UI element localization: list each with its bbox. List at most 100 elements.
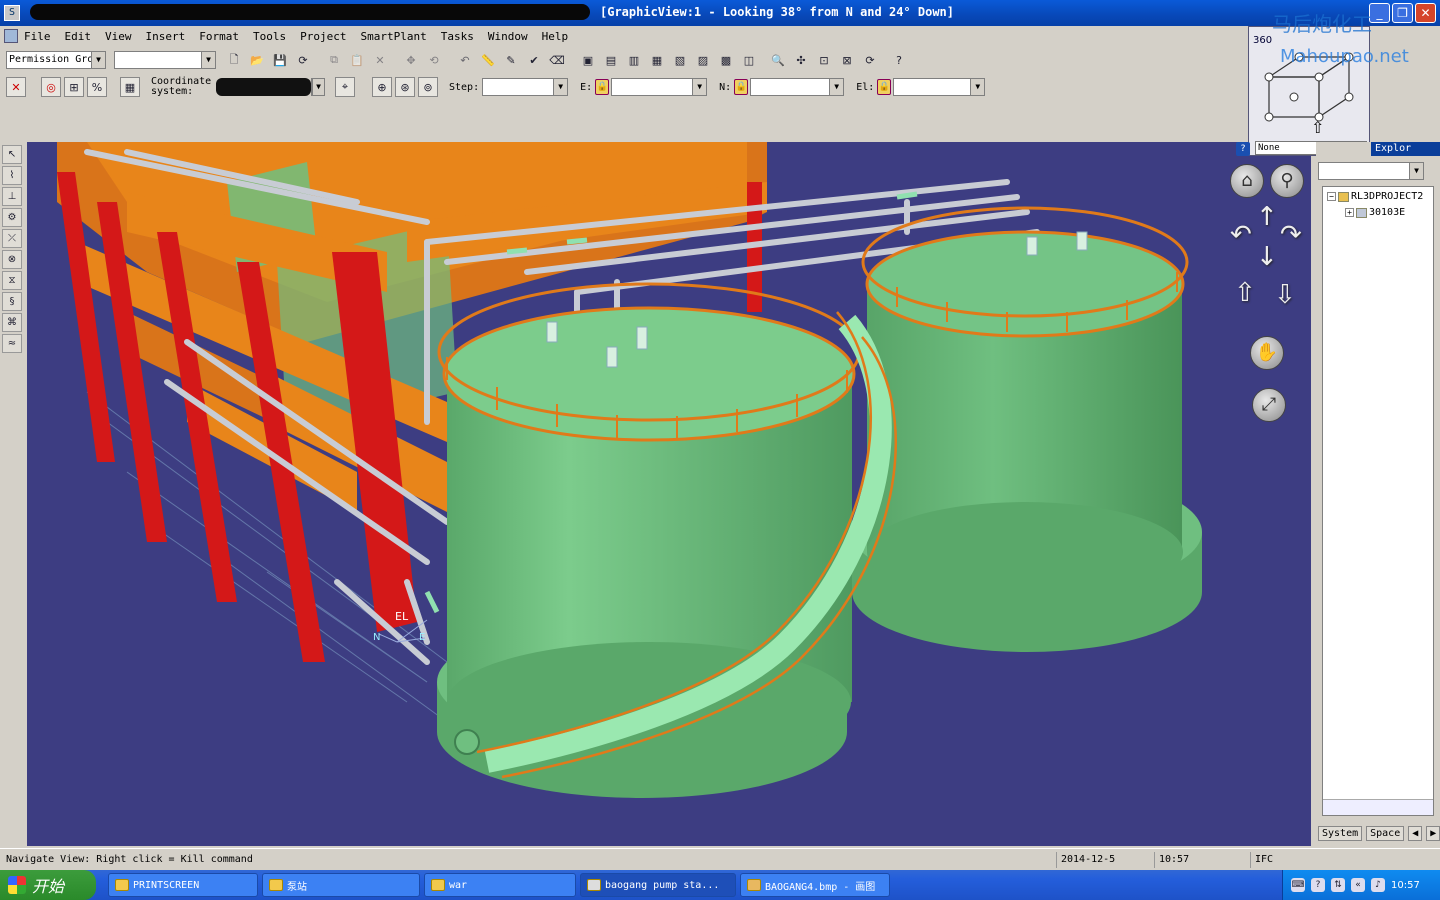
- connect-icon[interactable]: ≈: [2, 334, 22, 353]
- close-tool-icon[interactable]: ✕: [6, 77, 26, 97]
- undo-icon[interactable]: ↶: [455, 50, 475, 70]
- check-icon[interactable]: ✔: [524, 50, 544, 70]
- view-tool-2-icon[interactable]: ▤: [601, 50, 621, 70]
- move-down-arrow-icon[interactable]: ⇩: [1274, 280, 1296, 310]
- view-tool-3-icon[interactable]: ▥: [624, 50, 644, 70]
- paste-icon[interactable]: 📋: [347, 50, 367, 70]
- view-tool-5-icon[interactable]: ▧: [670, 50, 690, 70]
- menu-window[interactable]: Window: [488, 30, 528, 43]
- spherical-mode-icon[interactable]: ⊛: [395, 77, 415, 97]
- help-icon[interactable]: ?: [889, 50, 909, 70]
- lock-icon[interactable]: 🔒: [595, 79, 610, 95]
- filter-select[interactable]: ▼: [114, 51, 216, 69]
- view-tool-4-icon[interactable]: ▦: [647, 50, 667, 70]
- rotate-left-arrow-icon[interactable]: ↶: [1230, 220, 1252, 250]
- step-input[interactable]: ▼: [482, 78, 569, 96]
- look-at-icon[interactable]: ⚲: [1270, 164, 1304, 198]
- coordinate-tool-icon[interactable]: ⌖: [335, 77, 355, 97]
- storage-tank-2[interactable]: [852, 206, 1202, 652]
- place-support-icon[interactable]: §: [2, 292, 22, 311]
- volume-icon[interactable]: ♪: [1371, 878, 1385, 892]
- save-icon[interactable]: 💾: [270, 50, 290, 70]
- keyboard-icon[interactable]: ⌨: [1291, 878, 1305, 892]
- taskbar-item[interactable]: war: [424, 873, 576, 897]
- view-tool-1-icon[interactable]: ▣: [578, 50, 598, 70]
- minimize-button[interactable]: _: [1369, 3, 1390, 23]
- menu-view[interactable]: View: [105, 30, 132, 43]
- insert-component-icon[interactable]: ⊥: [2, 187, 22, 206]
- elevation-input[interactable]: ▼: [893, 78, 986, 96]
- tree-node-project[interactable]: − RL3DPROJECT2: [1327, 191, 1423, 202]
- taskbar-item[interactable]: BAOGANG4.bmp - 画图: [740, 873, 890, 897]
- measure-icon[interactable]: 📏: [478, 50, 498, 70]
- copy-icon[interactable]: ⧉: [324, 50, 344, 70]
- document-icon[interactable]: [4, 29, 18, 43]
- zoom-extents-icon[interactable]: ⤢: [1252, 388, 1286, 422]
- app-icon[interactable]: S: [4, 5, 20, 21]
- menu-project[interactable]: Project: [300, 30, 346, 43]
- maximize-button[interactable]: ❐: [1392, 3, 1413, 23]
- delete-icon[interactable]: ✕: [370, 50, 390, 70]
- insert-valve-icon[interactable]: ⧖: [2, 271, 22, 290]
- cylindrical-mode-icon[interactable]: ⊚: [418, 77, 438, 97]
- rotate-view-icon[interactable]: ⟳: [860, 50, 880, 70]
- help-icon[interactable]: ?: [1311, 878, 1325, 892]
- target-icon[interactable]: ◎: [41, 77, 61, 97]
- explorer-filter-select[interactable]: ▼: [1318, 162, 1424, 180]
- rotate-up-arrow-icon[interactable]: ↑: [1256, 202, 1278, 232]
- lock-icon[interactable]: 🔒: [877, 79, 892, 95]
- close-button[interactable]: ✕: [1415, 3, 1436, 23]
- taskbar-item[interactable]: 泵站: [262, 873, 420, 897]
- explorer-tree[interactable]: − RL3DPROJECT2 + 30103E: [1322, 186, 1434, 816]
- menu-edit[interactable]: Edit: [65, 30, 92, 43]
- taskbar-item[interactable]: PRINTSCREEN: [108, 873, 258, 897]
- plant-model-scene[interactable]: EL N E: [27, 142, 1311, 846]
- place-equipment-icon[interactable]: ⚙: [2, 208, 22, 227]
- permission-group-select[interactable]: Permission Gro ▼: [6, 51, 106, 69]
- horizontal-scrollbar[interactable]: [1323, 799, 1433, 815]
- graphic-view[interactable]: EL N E: [27, 142, 1311, 846]
- insert-split-icon[interactable]: ⤫: [2, 229, 22, 248]
- zoom-icon[interactable]: 🔍: [768, 50, 788, 70]
- move-up-arrow-icon[interactable]: ⇧: [1234, 278, 1256, 308]
- menu-tasks[interactable]: Tasks: [441, 30, 474, 43]
- frame-icon[interactable]: ⌘: [2, 313, 22, 332]
- menu-tools[interactable]: Tools: [253, 30, 286, 43]
- collapse-icon[interactable]: −: [1327, 192, 1336, 201]
- menu-smartplant[interactable]: SmartPlant: [360, 30, 426, 43]
- fit-icon[interactable]: ⊠: [837, 50, 857, 70]
- show-hidden-icon[interactable]: «: [1351, 878, 1365, 892]
- network-icon[interactable]: ⇅: [1331, 878, 1345, 892]
- zoom-area-icon[interactable]: ⊡: [814, 50, 834, 70]
- pan-hand-icon[interactable]: ✋: [1250, 336, 1284, 370]
- new-file-icon[interactable]: 🗋: [224, 50, 244, 70]
- place-nozzle-icon[interactable]: ⊗: [2, 250, 22, 269]
- tab-system[interactable]: System: [1318, 826, 1363, 841]
- move-icon[interactable]: ✥: [401, 50, 421, 70]
- north-input[interactable]: ▼: [750, 78, 845, 96]
- rotate-down-arrow-icon[interactable]: ↓: [1256, 242, 1278, 272]
- tree-node-unit[interactable]: + 30103E: [1345, 207, 1405, 218]
- rotate-right-arrow-icon[interactable]: ↷: [1280, 220, 1302, 250]
- tab-scroll-left[interactable]: ◀: [1408, 826, 1423, 841]
- select-arrow-icon[interactable]: ↖: [2, 145, 22, 164]
- taskbar-item-active[interactable]: baogang pump sta...: [580, 873, 736, 897]
- route-pipe-icon[interactable]: ⌇: [2, 166, 22, 185]
- view-tool-6-icon[interactable]: ▨: [693, 50, 713, 70]
- pan-icon[interactable]: ✣: [791, 50, 811, 70]
- coordinate-system-dropdown[interactable]: ▼: [311, 78, 325, 96]
- refresh-icon[interactable]: ⟳: [293, 50, 313, 70]
- relative-mode-icon[interactable]: ⊕: [372, 77, 392, 97]
- home-view-icon[interactable]: ⌂: [1230, 164, 1264, 198]
- tab-scroll-right[interactable]: ▶: [1426, 826, 1440, 841]
- start-button[interactable]: 开始: [0, 870, 96, 900]
- percent-icon[interactable]: %: [87, 77, 107, 97]
- menu-help[interactable]: Help: [542, 30, 569, 43]
- menu-format[interactable]: Format: [199, 30, 239, 43]
- view-tool-8-icon[interactable]: ◫: [739, 50, 759, 70]
- expand-icon[interactable]: +: [1345, 208, 1354, 217]
- grid-icon[interactable]: ⊞: [64, 77, 84, 97]
- east-input[interactable]: ▼: [611, 78, 708, 96]
- tab-space[interactable]: Space: [1366, 826, 1405, 841]
- lock-icon[interactable]: 🔒: [734, 79, 749, 95]
